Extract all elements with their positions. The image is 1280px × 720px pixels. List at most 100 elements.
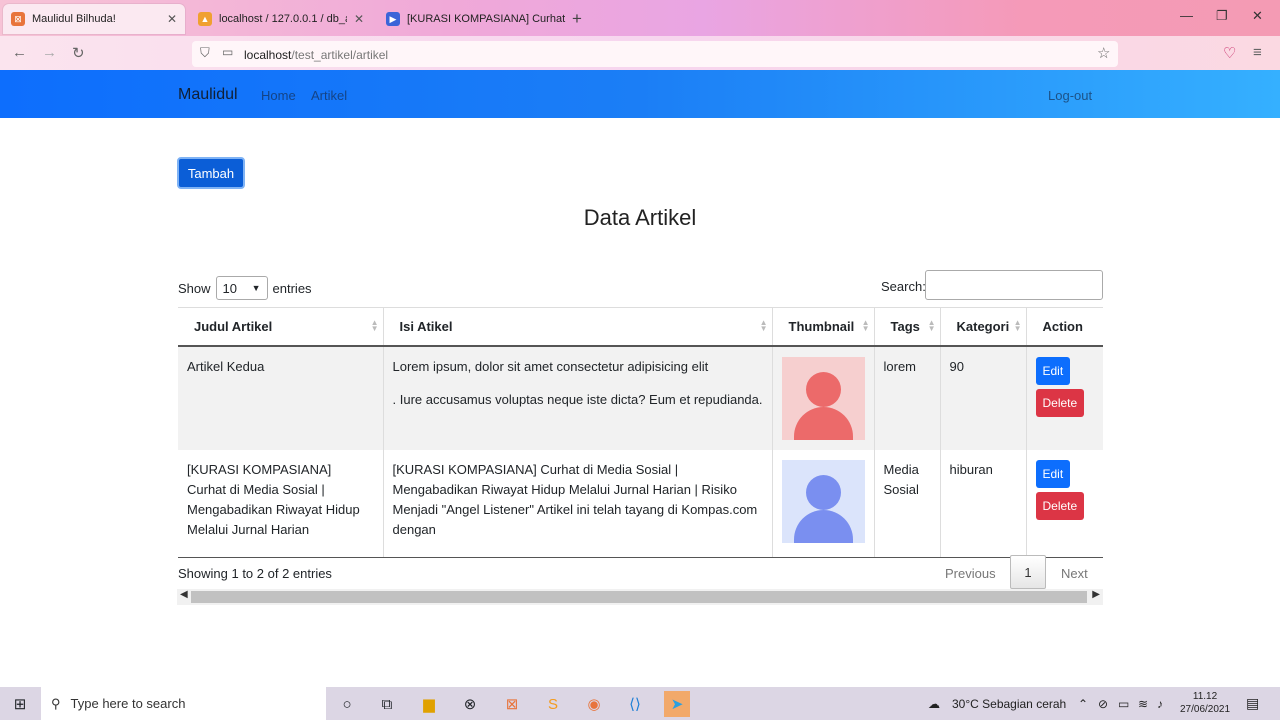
chevron-down-icon: ▼ xyxy=(251,283,261,293)
xampp-icon[interactable]: ⊠ xyxy=(499,691,525,717)
sort-icon: ▲ ▼ xyxy=(861,318,870,333)
cell-isi: [KURASI KOMPASIANA] Curhat di Media Sosi… xyxy=(382,449,772,558)
weather-text[interactable]: 30°C Sebagian cerah xyxy=(952,697,1066,711)
horizontal-scrollbar[interactable]: ◀ ▶ xyxy=(177,589,1103,605)
column-header-judul[interactable]: Judul Artikel ▲ ▼ xyxy=(178,307,383,347)
cortana-icon[interactable]: ○ xyxy=(334,691,360,717)
avatar-body xyxy=(793,406,853,440)
minimize-icon[interactable]: — xyxy=(1180,8,1193,23)
clock-date: 27/06/2021 xyxy=(1180,704,1231,715)
forward-icon[interactable]: → xyxy=(42,44,57,61)
isi-paragraph: Lorem ipsum, dolor sit amet consectetur … xyxy=(392,358,709,374)
cell-kategori: hiburan xyxy=(939,449,1026,558)
firefox-icon[interactable]: ◉ xyxy=(581,691,607,717)
pagination-next[interactable]: Next xyxy=(1061,566,1088,581)
sort-icon: ▲ ▼ xyxy=(927,318,936,333)
scroll-left-icon[interactable]: ◀ xyxy=(180,589,188,600)
navbar-brand[interactable]: Maulidul xyxy=(178,86,238,104)
column-header-action: Action xyxy=(1025,307,1103,347)
entries-label: entries xyxy=(272,280,312,296)
tab-title: localhost / 127.0.0.1 / db_artikel xyxy=(219,13,347,25)
browser-tab-3[interactable]: ▶ [KURASI KOMPASIANA] Curhat ✕ xyxy=(378,4,568,34)
taskbar-clock[interactable]: 11.12 27/06/2021 xyxy=(1180,690,1230,716)
wifi-icon[interactable]: ≋ xyxy=(1138,697,1148,711)
pagination-page-1[interactable]: 1 xyxy=(1010,555,1046,589)
close-window-icon[interactable]: ✕ xyxy=(1252,8,1263,24)
sort-icon: ▲ ▼ xyxy=(1013,318,1022,333)
cell-thumbnail xyxy=(771,449,874,558)
page-title: Data Artikel xyxy=(583,205,697,230)
sort-icon: ▲ ▼ xyxy=(370,318,379,333)
close-tab-icon[interactable]: ✕ xyxy=(354,12,364,26)
shield-icon[interactable]: ⛉ xyxy=(200,45,210,61)
cell-thumbnail xyxy=(771,345,874,450)
xbox-icon[interactable]: ⊗ xyxy=(457,691,483,717)
articles-table: Judul Artikel ▲ ▼ Isi Atikel ▲ ▼ Thumbnail ▲ ▼… xyxy=(178,307,1103,558)
column-header-tags[interactable]: Tags ▲ ▼ xyxy=(873,307,940,347)
telegram-icon[interactable]: ➤ xyxy=(664,691,690,717)
page-length-control: Show 10 ▼ entries xyxy=(178,276,312,300)
windows-start-icon[interactable]: ⊞ xyxy=(7,691,33,717)
sort-icon: ▲ ▼ xyxy=(759,318,768,333)
battery-icon[interactable]: ▭ xyxy=(1118,697,1129,711)
vscode-icon[interactable]: ⟨⟩ xyxy=(622,691,648,717)
delete-button[interactable]: Delete xyxy=(1035,388,1085,417)
avatar-thumbnail xyxy=(781,356,865,440)
pocket-icon[interactable]: ♡ xyxy=(1223,44,1236,62)
task-view-icon[interactable]: ⧉ xyxy=(374,691,400,717)
column-header-kategori[interactable]: Kategori ▲ ▼ xyxy=(939,307,1026,347)
taskbar-search[interactable]: ⚲ Type here to search xyxy=(41,687,326,720)
table-row: [KURASI KOMPASIANA] Curhat di Media Sosi… xyxy=(178,449,1103,558)
scroll-right-icon[interactable]: ▶ xyxy=(1092,589,1100,600)
browser-tab-2[interactable]: ▲ localhost / 127.0.0.1 / db_artikel ✕ xyxy=(190,4,372,34)
new-tab-icon[interactable]: + xyxy=(572,9,582,29)
file-explorer-icon[interactable]: ▆ xyxy=(416,691,442,717)
nav-link-artikel[interactable]: Artikel xyxy=(311,88,347,103)
delete-button[interactable]: Delete xyxy=(1035,491,1085,520)
chevron-up-icon[interactable]: ⌃ xyxy=(1078,697,1088,711)
cell-tags: lorem xyxy=(873,345,940,450)
logout-link[interactable]: Log-out xyxy=(1048,88,1092,103)
page-length-select[interactable]: 10 ▼ xyxy=(215,276,268,300)
bookmark-star-icon[interactable]: ☆ xyxy=(1097,44,1110,62)
menu-icon[interactable]: ≡ xyxy=(1253,44,1262,61)
tab-title: Maulidul Bilhuda! xyxy=(32,13,116,25)
notification-icon[interactable]: ▤ xyxy=(1246,695,1259,712)
back-icon[interactable]: ← xyxy=(12,44,27,61)
edit-button[interactable]: Edit xyxy=(1035,356,1071,385)
taskbar-search-placeholder: Type here to search xyxy=(70,696,186,711)
reload-icon[interactable]: ↻ xyxy=(72,44,85,62)
page-length-value: 10 xyxy=(222,280,237,296)
search-input[interactable] xyxy=(925,270,1103,300)
cell-isi: Lorem ipsum, dolor sit amet consectetur … xyxy=(382,345,772,450)
edit-button[interactable]: Edit xyxy=(1035,459,1071,488)
restore-icon[interactable]: ❐ xyxy=(1216,8,1228,24)
url-host: localhost xyxy=(244,48,292,62)
browser-tab-1[interactable]: ⊠ Maulidul Bilhuda! ✕ xyxy=(3,4,185,34)
show-label: Show xyxy=(178,280,211,296)
scrollbar-thumb[interactable] xyxy=(191,591,1087,603)
url-path: /test_artikel/artikel xyxy=(291,48,389,62)
avatar-body xyxy=(793,509,853,543)
column-header-thumbnail[interactable]: Thumbnail ▲ ▼ xyxy=(771,307,874,347)
close-tab-icon[interactable]: ✕ xyxy=(167,12,177,26)
column-header-isi[interactable]: Isi Atikel ▲ ▼ xyxy=(382,307,772,347)
avatar-head xyxy=(805,474,841,510)
avatar-head xyxy=(805,371,841,407)
sublime-text-icon[interactable]: S xyxy=(540,691,566,717)
cell-judul: Artikel Kedua xyxy=(178,345,383,450)
table-info: Showing 1 to 2 of 2 entries xyxy=(178,566,332,581)
avatar-thumbnail xyxy=(781,459,865,543)
pagination-previous[interactable]: Previous xyxy=(945,566,996,581)
cell-tags: Media Sosial xyxy=(873,449,940,558)
volume-icon[interactable]: ♪ xyxy=(1157,697,1163,711)
nav-link-home[interactable]: Home xyxy=(261,88,296,103)
clock-time: 11.12 xyxy=(1192,691,1218,702)
weather-icon[interactable]: ☁ xyxy=(928,697,940,711)
add-article-button[interactable]: Tambah xyxy=(177,157,245,189)
phpmyadmin-favicon-icon: ▲ xyxy=(198,12,212,26)
page-info-icon[interactable]: ▭ xyxy=(222,45,233,59)
cell-action: Edit Delete xyxy=(1025,345,1103,450)
network-status-icon[interactable]: ⊘ xyxy=(1098,697,1108,711)
xampp-favicon-icon: ⊠ xyxy=(11,12,25,26)
